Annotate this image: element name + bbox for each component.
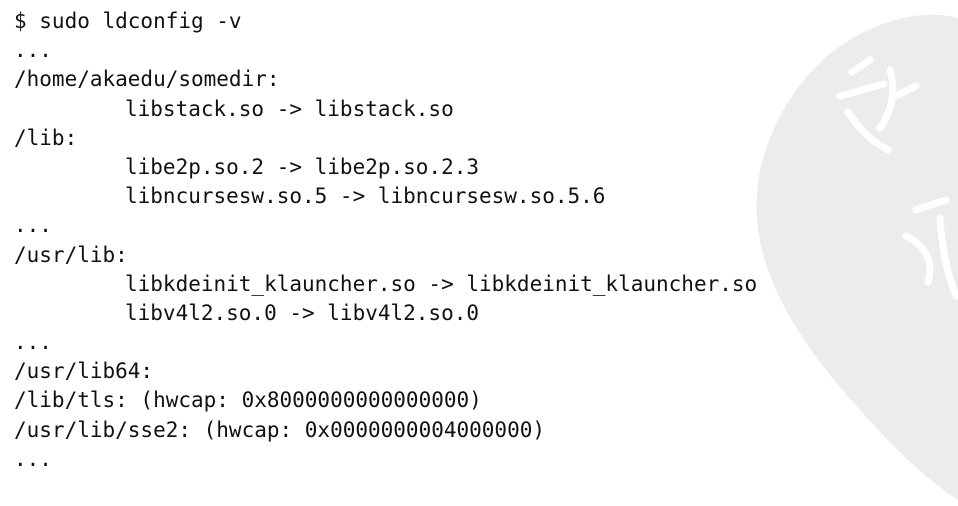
- terminal-line: /usr/lib/sse2: (hwcap: 0x000000000400000…: [14, 417, 546, 442]
- terminal-line: ...: [14, 330, 52, 355]
- terminal-output: $ sudo ldconfig -v... /home/akaedu/somedi…: [14, 7, 757, 474]
- terminal-line: /usr/lib64:: [14, 359, 154, 384]
- terminal-line: /lib:: [14, 125, 78, 150]
- terminal-line: libstack.so -> libstack.so: [125, 96, 454, 121]
- terminal-line: /usr/lib:: [14, 242, 128, 267]
- terminal-line: libncursesw.so.5 -> libncursesw.so.5.6: [125, 184, 606, 209]
- terminal-line: ...: [14, 213, 52, 238]
- page: $ sudo ldconfig -v... /home/akaedu/somedi…: [0, 0, 958, 506]
- terminal-line: libv4l2.so.0 -> libv4l2.so.0: [125, 300, 480, 325]
- terminal-line: $ sudo ldconfig -v: [14, 9, 242, 33]
- terminal-line: /lib/tls: (hwcap: 0x8000000000000000): [14, 388, 482, 413]
- terminal-line: libkdeinit_klauncher.so -> libkdeinit_kl…: [125, 271, 758, 296]
- terminal-line: /home/akaedu/somedir:: [14, 67, 280, 92]
- terminal-line: ...: [14, 38, 52, 63]
- terminal-line: ...: [14, 446, 52, 471]
- terminal-line: libe2p.so.2 -> libe2p.so.2.3: [125, 154, 480, 179]
